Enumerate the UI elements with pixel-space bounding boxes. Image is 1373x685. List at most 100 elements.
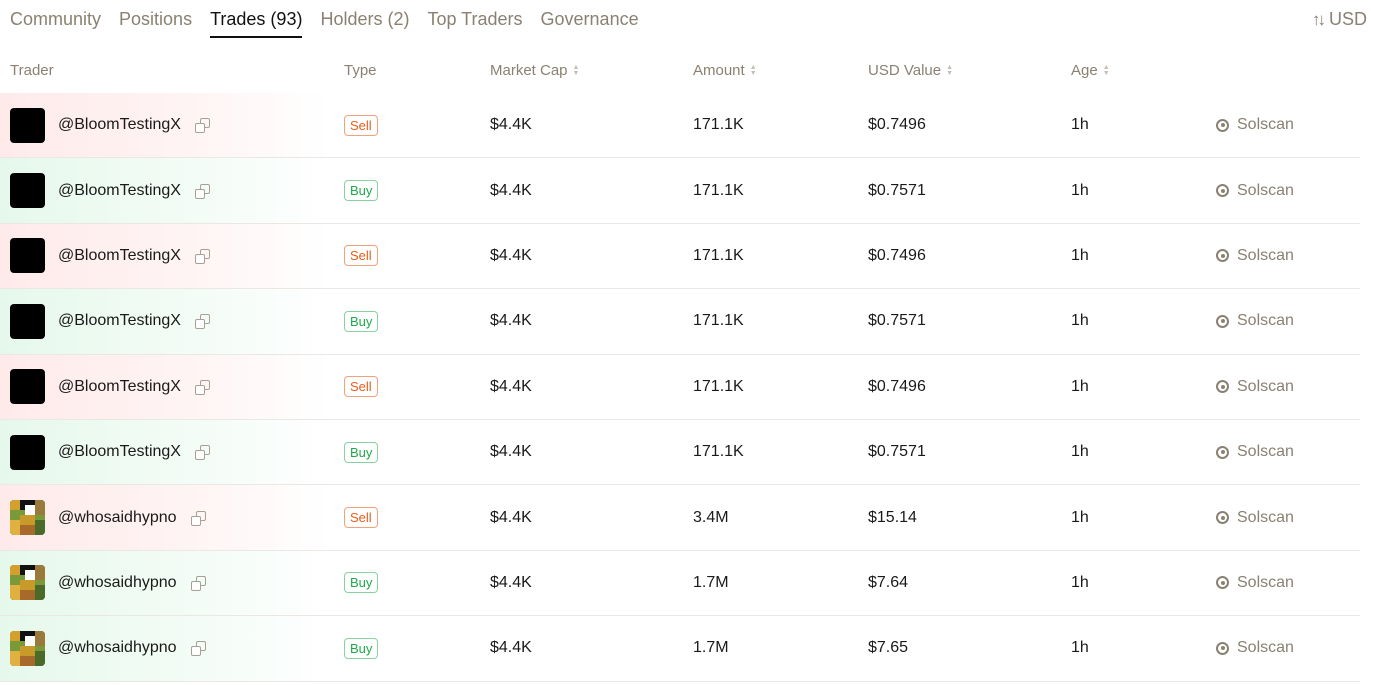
avatar (10, 107, 45, 143)
solscan-link[interactable]: Solscan (1216, 485, 1294, 549)
trader-name[interactable]: @BloomTestingX (58, 378, 181, 396)
type-cell: Buy (344, 551, 379, 615)
table-row: @BloomTestingX Sell $4.4K 171.1K $0.7496… (0, 223, 1360, 290)
copy-icon[interactable] (194, 183, 210, 199)
usd-value-cell: $0.7571 (868, 312, 926, 330)
table-row: @BloomTestingX Buy $4.4K 171.1K $0.7571 … (0, 158, 1360, 224)
market-cap-cell: $4.4K (490, 116, 532, 134)
avatar (10, 565, 45, 601)
solscan-link[interactable]: Solscan (1216, 93, 1294, 157)
trade-type-badge: Buy (344, 180, 379, 202)
trader-name[interactable]: @BloomTestingX (58, 116, 181, 134)
table-row: @whosaidhypno Sell $4.4K 3.4M $15.14 1h … (0, 485, 1360, 551)
trader-name[interactable]: @whosaidhypno (58, 574, 177, 592)
solscan-label: Solscan (1237, 246, 1294, 264)
market-cap-cell: $4.4K (490, 639, 532, 657)
solscan-icon (1216, 641, 1229, 655)
copy-icon[interactable] (194, 118, 210, 134)
column-header-amount[interactable]: Amount ▲ ▼ (693, 62, 757, 79)
market-cap-cell: $4.4K (490, 181, 532, 199)
table-row: @whosaidhypno Buy $4.4K 1.7M $7.64 1h So… (0, 550, 1360, 617)
solscan-link[interactable]: Solscan (1216, 551, 1294, 615)
age-cell: 1h (1071, 639, 1089, 657)
trade-type-badge: Sell (344, 507, 378, 529)
copy-icon[interactable] (190, 641, 206, 657)
usd-value-cell: $0.7496 (868, 377, 926, 395)
amount-cell: 171.1K (693, 377, 744, 395)
solscan-icon (1216, 314, 1229, 328)
column-header-market-cap[interactable]: Market Cap ▲ ▼ (490, 62, 579, 79)
type-cell: Sell (344, 485, 378, 549)
trades-table-body: @BloomTestingX Sell $4.4K 171.1K $0.7496… (0, 93, 1360, 682)
trader-cell[interactable]: @whosaidhypno (10, 551, 206, 615)
table-row: @BloomTestingX Sell $4.4K 171.1K $0.7496… (0, 93, 1360, 159)
column-header-type: Type (344, 62, 377, 79)
trader-name[interactable]: @BloomTestingX (58, 312, 181, 330)
trader-cell[interactable]: @BloomTestingX (10, 224, 210, 288)
solscan-link[interactable]: Solscan (1216, 355, 1294, 419)
trader-cell[interactable]: @BloomTestingX (10, 420, 210, 484)
tab-community[interactable]: Community (10, 0, 101, 36)
sort-icon: ▲ ▼ (1102, 63, 1110, 77)
age-cell: 1h (1071, 443, 1089, 461)
amount-cell: 171.1K (693, 116, 744, 134)
solscan-label: Solscan (1237, 508, 1294, 526)
copy-icon[interactable] (194, 248, 210, 264)
tab-bar: Community Positions Trades (93) Holders … (10, 0, 657, 40)
age-cell: 1h (1071, 377, 1089, 395)
table-row: @whosaidhypno Buy $4.4K 1.7M $7.65 1h So… (0, 616, 1360, 682)
avatar (10, 369, 45, 405)
trade-type-badge: Sell (344, 245, 378, 267)
trader-cell[interactable]: @whosaidhypno (10, 616, 206, 680)
solscan-label: Solscan (1237, 181, 1294, 199)
type-cell: Sell (344, 355, 378, 419)
solscan-link[interactable]: Solscan (1216, 420, 1294, 484)
trader-cell[interactable]: @whosaidhypno (10, 485, 206, 549)
copy-icon[interactable] (194, 445, 210, 461)
tab-top-traders[interactable]: Top Traders (427, 0, 522, 36)
trader-name[interactable]: @BloomTestingX (58, 443, 181, 461)
trader-name[interactable]: @whosaidhypno (58, 509, 177, 527)
avatar (10, 434, 45, 470)
solscan-label: Solscan (1237, 312, 1294, 330)
trader-name[interactable]: @BloomTestingX (58, 182, 181, 200)
usd-value-cell: $0.7571 (868, 181, 926, 199)
trader-name[interactable]: @whosaidhypno (58, 639, 177, 657)
usd-value-cell: $0.7496 (868, 246, 926, 264)
copy-icon[interactable] (190, 575, 206, 591)
solscan-link[interactable]: Solscan (1216, 158, 1294, 222)
copy-icon[interactable] (194, 314, 210, 330)
column-header-usd-value[interactable]: USD Value ▲ ▼ (868, 62, 953, 79)
tab-trades[interactable]: Trades (93) (210, 0, 303, 38)
trade-type-badge: Sell (344, 114, 378, 136)
column-header-trader: Trader (10, 62, 54, 79)
trader-cell[interactable]: @BloomTestingX (10, 93, 210, 157)
column-header-age[interactable]: Age ▲ ▼ (1071, 62, 1110, 79)
trader-cell[interactable]: @BloomTestingX (10, 158, 210, 222)
tab-holders[interactable]: Holders (2) (320, 0, 409, 36)
type-cell: Buy (344, 289, 379, 353)
tab-positions[interactable]: Positions (119, 0, 192, 36)
solscan-link[interactable]: Solscan (1216, 616, 1294, 680)
usd-value-cell: $7.65 (868, 639, 909, 657)
trader-name[interactable]: @BloomTestingX (58, 247, 181, 265)
trader-cell[interactable]: @BloomTestingX (10, 289, 210, 353)
copy-icon[interactable] (194, 379, 210, 395)
trader-cell[interactable]: @BloomTestingX (10, 355, 210, 419)
amount-cell: 3.4M (693, 508, 729, 526)
swap-vertical-icon: ↑↓ (1311, 9, 1326, 29)
market-cap-cell: $4.4K (490, 312, 532, 330)
solscan-link[interactable]: Solscan (1216, 224, 1294, 288)
tab-governance[interactable]: Governance (541, 0, 639, 36)
sort-icon: ▲ ▼ (572, 63, 580, 77)
solscan-link[interactable]: Solscan (1216, 289, 1294, 353)
usd-value-cell: $0.7571 (868, 443, 926, 461)
solscan-label: Solscan (1237, 377, 1294, 395)
age-cell: 1h (1071, 116, 1089, 134)
currency-toggle[interactable]: ↑↓ USD (1312, 9, 1367, 30)
market-cap-cell: $4.4K (490, 508, 532, 526)
solscan-icon (1216, 249, 1229, 263)
solscan-icon (1216, 380, 1229, 394)
copy-icon[interactable] (190, 510, 206, 526)
market-cap-cell: $4.4K (490, 246, 532, 264)
